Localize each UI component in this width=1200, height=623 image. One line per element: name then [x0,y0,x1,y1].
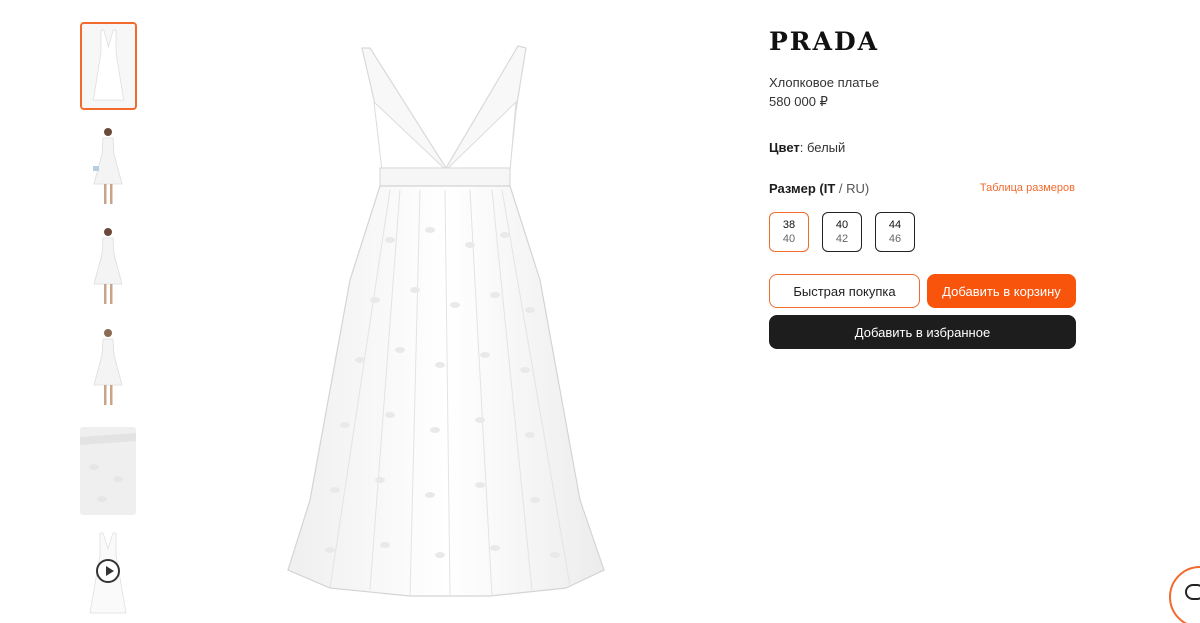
size-row: Размер (IT / RU) Таблица размеров [769,181,1075,196]
purchase-buttons: Быстрая покупка Добавить в корзину [769,274,1076,308]
product-info: PRADA Хлопковое платье 580 000 ₽ Цвет: б… [769,29,1079,349]
product-price: 580 000 ₽ [769,94,828,109]
size-option-40[interactable]: 40 42 [822,212,862,252]
size-options: 38 40 40 42 44 46 [769,212,915,252]
thumbnail-model-side[interactable] [80,224,136,312]
color-label: Цвет [769,140,800,155]
thumbnail-video[interactable] [80,529,136,617]
thumbnail-model-back[interactable] [80,325,136,413]
play-icon[interactable] [96,559,120,583]
size-option-44[interactable]: 44 46 [875,212,915,252]
add-to-cart-button[interactable]: Добавить в корзину [927,274,1076,308]
quick-buy-button[interactable]: Быстрая покупка [769,274,920,308]
thumbnail-dress-front[interactable] [80,22,137,110]
size-table-link[interactable]: Таблица размеров [980,182,1075,194]
chat-button[interactable] [1169,566,1200,623]
thumbnail-fabric-detail[interactable] [80,427,136,515]
main-product-image[interactable] [270,40,620,605]
chat-icon [1185,584,1200,600]
thumbnail-model-front[interactable] [80,124,136,212]
color-row: Цвет: белый [769,140,845,155]
color-value: : белый [799,140,846,155]
size-label: Размер (IT / RU) [769,181,870,196]
size-option-38[interactable]: 38 40 [769,212,809,252]
add-to-favorites-button[interactable]: Добавить в избранное [769,315,1076,349]
product-title: Хлопковое платье [769,75,880,90]
brand-name[interactable]: PRADA [769,29,1079,54]
